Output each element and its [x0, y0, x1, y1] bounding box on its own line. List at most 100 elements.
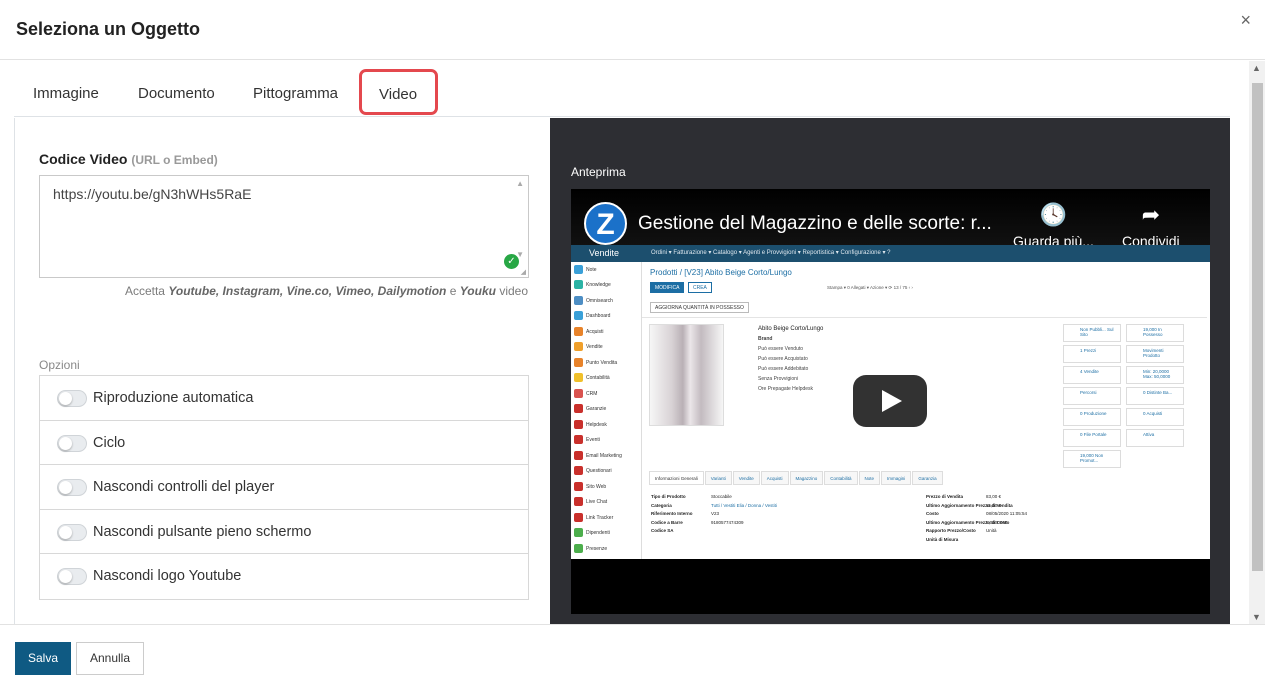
- options-list: Riproduzione automatica Ciclo Nascondi c…: [39, 375, 529, 600]
- frame-sidebar: Note Knowledge Omnisearch Dashboard Acqu…: [571, 262, 642, 559]
- cancel-button[interactable]: Annulla: [76, 642, 144, 675]
- option-label: Riproduzione automatica: [93, 390, 254, 406]
- frame-navbar: Vendite Ordini ▾ Fatturazione ▾ Catalogo…: [571, 245, 1210, 262]
- channel-logo[interactable]: Z: [584, 202, 627, 245]
- accept-and: e: [449, 284, 457, 298]
- play-button[interactable]: [853, 375, 927, 427]
- scroll-thumb[interactable]: [1252, 83, 1263, 571]
- preview-label: Anteprima: [571, 165, 626, 179]
- option-label: Nascondi pulsante pieno schermo: [93, 523, 312, 540]
- frame-side-item: Contabilità: [574, 373, 610, 382]
- frame-detail-value: 83,00 €: [986, 494, 1002, 499]
- accept-sources: Youtube, Instagram, Vine.co, Vimeo, Dail…: [168, 284, 447, 298]
- frame-side-item: Vendite: [574, 342, 603, 351]
- share-button[interactable]: ➦ Condividi: [1122, 202, 1180, 250]
- frame-product-name: Abito Beige Corto/Lungo: [758, 326, 824, 332]
- option-autoplay: Riproduzione automatica: [40, 376, 528, 421]
- frame-check: Può essere Addebitato: [758, 366, 809, 372]
- frame-subtab: Informazioni Generali: [649, 471, 704, 485]
- frame-side-item: Acquisti: [574, 327, 604, 336]
- frame-product-photo: [649, 324, 724, 426]
- tab-immagine[interactable]: Immagine: [33, 85, 99, 102]
- frame-details-right-values: 83,00 € 15,00 € 08/05/2020 11:05:54 5,00…: [986, 493, 1027, 536]
- frame-stat: 0 File Portale: [1063, 429, 1121, 447]
- frame-stat: 19,000 Non Promot...: [1063, 450, 1121, 468]
- hide-logo-toggle[interactable]: [57, 568, 87, 586]
- frame-side-item: Sito Web: [574, 482, 606, 491]
- scroll-up-icon[interactable]: ▲: [1252, 63, 1261, 73]
- frame-brand-label: Brand: [758, 336, 773, 342]
- option-hide-controls: Nascondi controlli del player: [40, 465, 528, 510]
- video-player[interactable]: Z Gestione del Magazzino e delle scorte:…: [571, 189, 1210, 614]
- tab-documento[interactable]: Documento: [138, 85, 215, 102]
- frame-side-item: Punto Vendita: [574, 358, 617, 367]
- dialog-scrollbar[interactable]: ▲ ▼: [1249, 61, 1265, 624]
- video-code-label-text: Codice Video: [39, 151, 128, 167]
- frame-subtab: Magazzino: [789, 471, 824, 485]
- player-title-bar: Z Gestione del Magazzino e delle scorte:…: [571, 189, 1210, 249]
- tab-video[interactable]: Video: [359, 69, 438, 115]
- clock-icon: 🕓: [1039, 202, 1068, 227]
- frame-subtab: Acquisti: [760, 471, 789, 485]
- dialog-body: Immagine Documento Pittogramma Video Cod…: [0, 61, 1265, 624]
- hide-fullscreen-toggle[interactable]: [57, 523, 87, 541]
- accept-source-last: Youku: [459, 284, 496, 298]
- frame-stat: Percorsi: [1063, 387, 1121, 405]
- frame-breadcrumb: Prodotti / [V23] Abito Beige Corto/Lungo: [650, 268, 792, 277]
- close-icon[interactable]: ×: [1240, 10, 1251, 31]
- frame-check: Ore Prepagate Helpdesk: [758, 386, 814, 392]
- frame-stat: 1 Prezzi: [1063, 345, 1121, 363]
- loop-toggle[interactable]: [57, 434, 87, 452]
- dialog-header: Seleziona un Oggetto ×: [0, 0, 1265, 60]
- video-code-textarea[interactable]: https://youtu.be/gN3hWHs5RaE ▲ ▼ ✓ ◢: [39, 175, 529, 278]
- option-label: Ciclo: [93, 434, 126, 451]
- option-hide-fullscreen: Nascondi pulsante pieno schermo: [40, 510, 528, 555]
- frame-subtab: Contabilità: [824, 471, 858, 485]
- frame-detail-value: 15,00 €: [986, 502, 1002, 508]
- video-code-value: https://youtu.be/gN3hWHs5RaE: [53, 186, 252, 202]
- tab-pittogramma[interactable]: Pittogramma: [253, 85, 338, 102]
- scroll-down-icon[interactable]: ▼: [1252, 612, 1261, 622]
- frame-stat: 0 Produzione: [1063, 408, 1121, 426]
- frame-side-item: Email Marketing: [574, 451, 622, 460]
- frame-menu: Ordini ▾ Fatturazione ▾ Catalogo ▾ Agent…: [651, 250, 891, 256]
- options-label: Opzioni: [39, 358, 80, 372]
- frame-stat: 19,000 In Possesso: [1126, 324, 1184, 342]
- option-label: Nascondi controlli del player: [93, 479, 275, 496]
- frame-edit-button: MODIFICA: [650, 282, 685, 293]
- frame-side-item: Knowledge: [574, 280, 611, 289]
- frame-side-item: CRM: [574, 389, 597, 398]
- frame-side-item: Dipendenti: [574, 528, 610, 537]
- save-button[interactable]: Salva: [15, 642, 71, 675]
- frame-side-item: Eventi: [574, 435, 600, 444]
- frame-detail-value: Tutti / Vestiti Elia / Donna / Vestiti: [711, 502, 777, 508]
- autoplay-toggle[interactable]: [57, 390, 87, 407]
- frame-side-item: Helpdesk: [574, 420, 607, 429]
- frame-stat: 0 Acquisti: [1126, 408, 1184, 426]
- frame-check: Senza Provvigioni: [758, 376, 799, 382]
- frame-side-item: Omnisearch: [574, 296, 613, 305]
- video-settings-panel: Codice Video (URL o Embed) https://youtu…: [14, 118, 550, 624]
- frame-side-item: Questionari: [574, 466, 612, 475]
- frame-side-item: Presenze: [574, 544, 607, 553]
- video-title[interactable]: Gestione del Magazzino e delle scorte: r…: [638, 213, 992, 235]
- watch-later-button[interactable]: 🕓 Guarda più...: [1013, 202, 1094, 250]
- hide-controls-toggle[interactable]: [57, 479, 87, 497]
- frame-detail-value: V23: [711, 511, 720, 517]
- tab-video-label: Video: [379, 86, 418, 103]
- accepted-sources-text: Accetta Youtube, Instagram, Vine.co, Vim…: [125, 284, 528, 298]
- frame-stat: Movimenti Prodotto: [1126, 345, 1184, 363]
- frame-app-name: Vendite: [589, 248, 620, 258]
- frame-detail-label: Riferimento Interno: [651, 511, 693, 517]
- frame-actions: Stampa ▾ 0 Allegati ▾ Azione ▾ ⟳ 13 / 75…: [827, 285, 913, 290]
- dialog-footer: Salva Annulla: [0, 624, 1265, 685]
- tab-bar: Immagine Documento Pittogramma Video: [14, 61, 1230, 117]
- frame-side-item: Live Chat: [574, 497, 607, 506]
- frame-detail-value: Stoccabile: [711, 494, 732, 499]
- frame-detail-label: Categoria: [651, 502, 672, 508]
- textarea-scroll-up-icon[interactable]: ▲: [516, 179, 524, 188]
- frame-detail-label: Unità di Misura: [926, 536, 959, 542]
- resize-handle-icon[interactable]: ◢: [521, 268, 526, 276]
- option-hide-logo: Nascondi logo Youtube: [40, 554, 528, 599]
- share-icon: ➦: [1141, 202, 1161, 227]
